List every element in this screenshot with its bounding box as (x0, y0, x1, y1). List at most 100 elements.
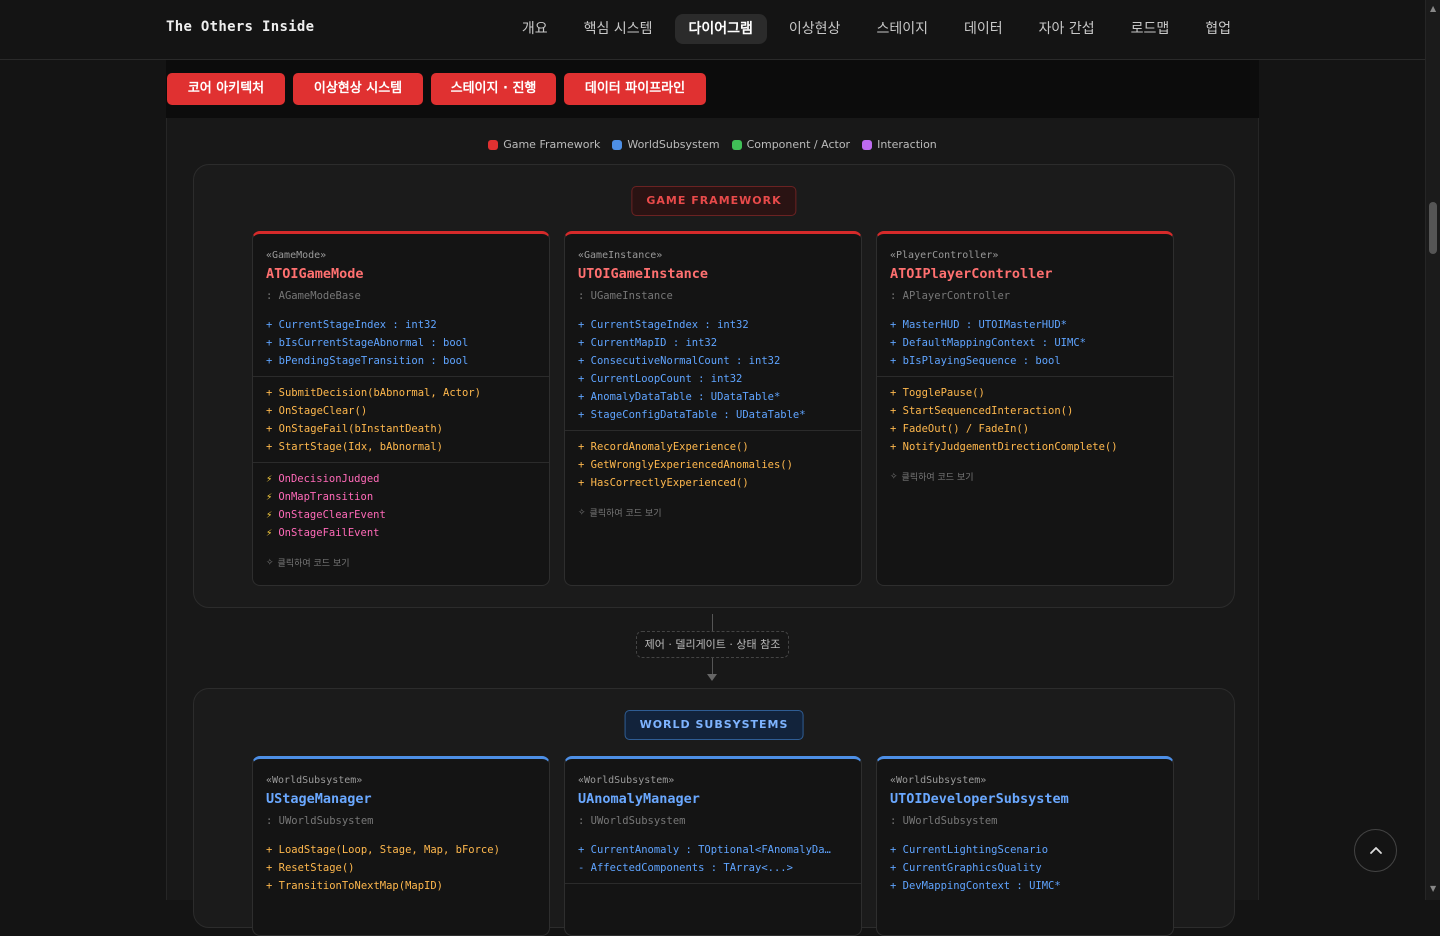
class-card-developersubsystem[interactable]: «WorldSubsystem» UTOIDeveloperSubsystem … (876, 756, 1174, 936)
chevron-up-icon (1369, 846, 1382, 854)
event-name: OnMapTransition (278, 491, 374, 503)
class-name: UAnomalyManager (578, 791, 700, 807)
property-line: + CurrentLightingScenario (890, 844, 1049, 856)
top-nav: The Others Inside 개요 핵심 시스템 다이어그램 이상현상 스… (0, 0, 1425, 60)
method-line: + HasCorrectlyExperienced() (578, 477, 749, 489)
legend-item: Game Framework (488, 138, 600, 151)
class-card-gameinstance[interactable]: «GameInstance» UTOIGameInstance : UGameI… (564, 231, 862, 586)
view-code-hint[interactable]: ✧ 클릭하여 코드 보기 (266, 556, 549, 570)
class-stereotype: «WorldSubsystem» (266, 775, 363, 786)
legend-swatch (612, 139, 623, 150)
class-stereotype: «GameMode» (266, 250, 327, 261)
methods-block: + SubmitDecision(bAbnormal, Actor) + OnS… (253, 376, 549, 462)
legend-label: WorldSubsystem (627, 138, 720, 151)
method-line: + OnStageClear() (266, 405, 368, 417)
legend-label: Interaction (877, 138, 937, 151)
nav-link-ego[interactable]: 자아 간섭 (1025, 14, 1109, 44)
legend-swatch (862, 139, 873, 150)
property-line: + ConsecutiveNormalCount : int32 (578, 355, 781, 367)
property-line: + DevMappingContext : UIMC* (890, 880, 1061, 892)
scrollbar[interactable]: ▲ ▼ (1425, 0, 1440, 900)
brand-title[interactable]: The Others Inside (166, 19, 314, 35)
back-to-top-button[interactable] (1354, 829, 1397, 872)
property-line: + CurrentStageIndex : int32 (266, 319, 437, 331)
lightning-icon: ⚡ (266, 473, 273, 485)
class-card-stagemanager[interactable]: «WorldSubsystem» UStageManager : UWorldS… (252, 756, 550, 936)
hint-text: 클릭하여 코드 보기 (277, 559, 350, 569)
section-badge-game-framework: GAME FRAMEWORK (631, 186, 797, 216)
properties-block: + CurrentLightingScenario + CurrentGraph… (877, 827, 1173, 901)
class-name: UTOIGameInstance (578, 266, 709, 282)
nav-links: 개요 핵심 시스템 다이어그램 이상현상 스테이지 데이터 자아 간섭 로드맵 … (500, 14, 1245, 44)
nav-link-stage[interactable]: 스테이지 (862, 14, 942, 44)
properties-block: + CurrentStageIndex : int32 + bIsCurrent… (253, 302, 549, 376)
property-line: + CurrentGraphicsQuality (890, 862, 1042, 874)
class-parent: : UWorldSubsystem (578, 815, 686, 827)
methods-block (565, 883, 861, 897)
legend-swatch (731, 139, 742, 150)
nav-link-anomaly[interactable]: 이상현상 (775, 14, 855, 44)
legend-label: Component / Actor (746, 138, 851, 151)
methods-block: + LoadStage(Loop, Stage, Map, bForce) + … (253, 827, 549, 901)
class-name: ATOIGameMode (266, 266, 364, 282)
property-line: + CurrentMapID : int32 (578, 337, 718, 349)
method-line: + OnStageFail(bInstantDeath) (266, 423, 444, 435)
scroll-up-icon[interactable]: ▲ (1430, 4, 1436, 13)
class-stereotype: «GameInstance» (578, 250, 663, 261)
tab-core-architecture[interactable]: 코어 아키텍처 (167, 73, 285, 105)
tab-data-pipeline[interactable]: 데이터 파이프라인 (564, 73, 706, 105)
legend-swatch (488, 139, 499, 150)
method-line: + FadeOut() / FadeIn() (890, 423, 1030, 435)
class-card-anomalymanager[interactable]: «WorldSubsystem» UAnomalyManager : UWorl… (564, 756, 862, 936)
game-framework-section: GAME FRAMEWORK «GameMode» ATOIGameMode :… (193, 164, 1235, 608)
nav-link-core-systems[interactable]: 핵심 시스템 (570, 14, 667, 44)
methods-block: + TogglePause() + StartSequencedInteract… (877, 376, 1173, 462)
nav-link-diagram[interactable]: 다이어그램 (674, 14, 767, 44)
property-line: + CurrentLoopCount : int32 (578, 373, 743, 385)
scroll-thumb[interactable] (1429, 202, 1437, 254)
connector-line (712, 614, 713, 631)
method-line: + GetWronglyExperiencedAnomalies() (578, 459, 793, 471)
connector-label: 제어 · 델리게이트 · 상태 참조 (636, 631, 789, 658)
arrow-down-icon (707, 674, 717, 681)
nav-link-data[interactable]: 데이터 (950, 14, 1017, 44)
property-line: + bIsPlayingSequence : bool (890, 355, 1061, 367)
event-name: OnStageClearEvent (278, 509, 386, 521)
nav-link-roadmap[interactable]: 로드맵 (1117, 14, 1184, 44)
method-line: + SubmitDecision(bAbnormal, Actor) (266, 387, 481, 399)
property-line: - AffectedComponents : TArray<...> (578, 862, 793, 874)
property-line: + CurrentStageIndex : int32 (578, 319, 749, 331)
nav-link-overview[interactable]: 개요 (508, 14, 562, 44)
legend-item: Interaction (862, 138, 937, 151)
tab-stage-progress[interactable]: 스테이지 · 진행 (431, 73, 556, 105)
class-card-gamemode[interactable]: «GameMode» ATOIGameMode : AGameModeBase … (252, 231, 550, 586)
property-line: + StageConfigDataTable : UDataTable* (578, 409, 806, 421)
event-line: ⚡ OnStageClearEvent (266, 506, 537, 524)
properties-block: + CurrentAnomaly : TOptional<FAnomalyDa…… (565, 827, 861, 883)
class-card-playercontroller[interactable]: «PlayerController» ATOIPlayerController … (876, 231, 1174, 586)
class-stereotype: «PlayerController» (890, 250, 999, 261)
class-parent: : UGameInstance (578, 290, 673, 302)
event-line: ⚡ OnDecisionJudged (266, 470, 537, 488)
diagram-tab-bar: 코어 아키텍처 이상현상 시스템 스테이지 · 진행 데이터 파이프라인 (166, 60, 1259, 118)
lightning-icon: ⚡ (266, 491, 273, 503)
tab-anomaly-system[interactable]: 이상현상 시스템 (293, 73, 423, 105)
legend: Game Framework WorldSubsystem Component … (167, 138, 1258, 151)
view-code-hint[interactable]: ✧ 클릭하여 코드 보기 (890, 470, 1173, 484)
property-line: + DefaultMappingContext : UIMC* (890, 337, 1086, 349)
method-line: + StartStage(Idx, bAbnormal) (266, 441, 444, 453)
sparkle-icon: ✧ (578, 507, 586, 518)
world-subsystems-section: WORLD SUBSYSTEMS «WorldSubsystem» UStage… (193, 688, 1235, 936)
class-parent: : AGameModeBase (266, 290, 361, 302)
hint-text: 클릭하여 코드 보기 (901, 473, 974, 483)
property-line: + bPendingStageTransition : bool (266, 355, 469, 367)
section-badge-world-subsystems: WORLD SUBSYSTEMS (624, 710, 804, 740)
nav-link-collab[interactable]: 협업 (1191, 14, 1245, 44)
property-line: + bIsCurrentStageAbnormal : bool (266, 337, 469, 349)
connector-line (712, 658, 713, 674)
event-line: ⚡ OnMapTransition (266, 488, 537, 506)
scroll-down-icon[interactable]: ▼ (1430, 884, 1436, 893)
view-code-hint[interactable]: ✧ 클릭하여 코드 보기 (578, 506, 861, 520)
class-name: UStageManager (266, 791, 372, 807)
class-name: UTOIDeveloperSubsystem (890, 791, 1069, 807)
